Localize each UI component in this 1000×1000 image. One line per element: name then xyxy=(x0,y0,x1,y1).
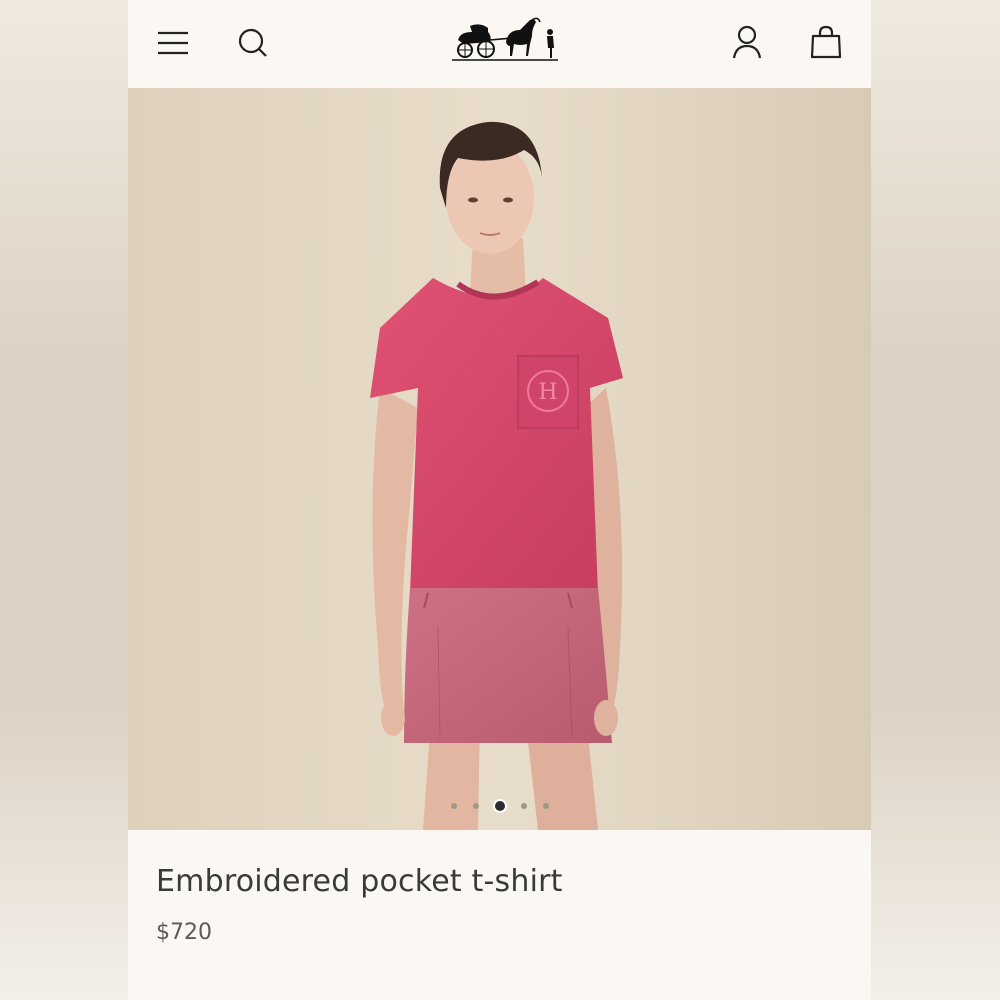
top-navigation-bar xyxy=(128,0,871,88)
product-image-carousel[interactable]: H xyxy=(128,88,871,830)
carousel-pagination xyxy=(128,801,871,811)
carousel-dot-4[interactable] xyxy=(520,803,527,809)
product-photo: H xyxy=(128,88,871,830)
product-price: $720 xyxy=(156,920,212,945)
search-icon[interactable] xyxy=(236,26,270,60)
hamburger-menu-icon[interactable] xyxy=(156,26,190,60)
product-title: Embroidered pocket t-shirt xyxy=(156,864,563,899)
svg-text:H: H xyxy=(538,380,557,405)
carousel-dot-2[interactable] xyxy=(472,803,479,809)
product-info: Embroidered pocket t-shirt $720 xyxy=(128,830,871,1000)
carousel-dot-1[interactable] xyxy=(450,803,457,809)
shopping-bag-icon[interactable] xyxy=(808,24,844,60)
carriage-logo[interactable] xyxy=(450,14,560,64)
user-icon[interactable] xyxy=(730,24,764,60)
app-window: H Embroidered pocket t-shirt $720 xyxy=(128,0,871,1000)
carousel-dot-3-active[interactable] xyxy=(494,801,505,811)
carousel-dot-5[interactable] xyxy=(542,803,549,809)
